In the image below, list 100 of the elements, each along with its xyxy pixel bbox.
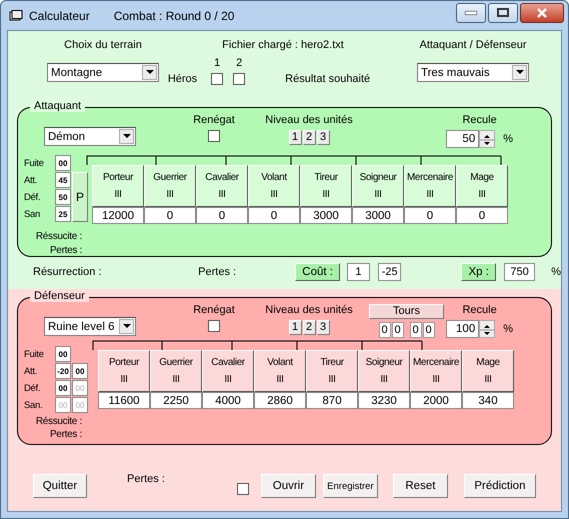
unit-header-button[interactable]: Mage III [456, 165, 508, 207]
unit-count-field[interactable]: 3230 [358, 392, 410, 409]
reset-button[interactable]: Reset [392, 474, 448, 498]
p-button[interactable]: P [72, 172, 88, 222]
app-icon [9, 10, 23, 22]
tower-field[interactable]: 0 [422, 322, 434, 338]
heroes-label: Héros [168, 73, 198, 85]
prediction-button[interactable]: Prédiction [464, 474, 536, 498]
unit-header-button[interactable]: Soigneur III [358, 350, 410, 392]
dropdown[interactable]: Ruine level 6 [44, 317, 136, 336]
save-button[interactable]: Enregistrer [322, 474, 378, 498]
checkbox[interactable] [208, 130, 220, 142]
stat-field[interactable]: 00 [72, 363, 88, 379]
unit-count-field[interactable]: 0 [144, 207, 196, 224]
unit-count-field[interactable]: 3000 [352, 207, 404, 224]
losses-label: Pertes : [50, 245, 82, 256]
xp-button[interactable]: Xp : [461, 263, 496, 281]
close-button[interactable] [520, 2, 564, 22]
unit-count-field[interactable]: 4000 [202, 392, 254, 409]
checkbox[interactable] [233, 73, 246, 85]
level-button[interactable]: 2 [302, 320, 316, 335]
unit-count-field[interactable]: 11600 [98, 392, 150, 409]
stat-field[interactable]: 00 [55, 346, 71, 362]
unit-count-field[interactable]: 0 [456, 207, 508, 224]
unit-header-button[interactable]: Porteur III [92, 165, 144, 207]
dropdown[interactable]: Montagne [47, 63, 159, 82]
unit-count-field[interactable]: 0 [196, 207, 248, 224]
tower-field[interactable]: 0 [378, 322, 390, 338]
role-label: Attaquant / Défenseur [419, 39, 526, 51]
unit-header-button[interactable]: Tireur III [300, 165, 352, 207]
unit-count-field[interactable]: 340 [462, 392, 514, 409]
unit-header-button[interactable]: Soigneur III [352, 165, 404, 207]
level-button[interactable]: 1 [288, 320, 302, 335]
quit-button[interactable]: Quitter [33, 474, 87, 498]
group-title: Attaquant [30, 100, 86, 112]
maximize-button[interactable] [488, 2, 518, 22]
minimize-button[interactable] [456, 2, 486, 22]
tower-field[interactable]: 0 [392, 322, 404, 338]
unit-count-field[interactable]: 0 [404, 207, 456, 224]
tower-field[interactable]: 0 [410, 322, 422, 338]
unit-count-field[interactable]: 2860 [254, 392, 306, 409]
checkbox[interactable] [208, 320, 220, 332]
cost-field[interactable]: 1 [346, 263, 370, 281]
unit-count-field[interactable]: 3000 [300, 207, 352, 224]
unit-header-button[interactable]: Cavalier III [202, 350, 254, 392]
stat-label: San. [24, 400, 44, 410]
unit-count-field[interactable]: 2000 [410, 392, 462, 409]
unit-header-button[interactable]: Guerrier III [144, 165, 196, 207]
hero-number: 2 [236, 57, 242, 69]
unit-count-field[interactable]: 2250 [150, 392, 202, 409]
unit-header-button[interactable]: Volant III [248, 165, 300, 207]
retreat-field[interactable]: 50 [446, 130, 480, 148]
percent-label: % [503, 323, 513, 335]
level-button[interactable]: 3 [316, 320, 330, 335]
percent-label: % [551, 266, 561, 278]
stat-label: Fuite [24, 158, 45, 168]
spinner-arrows-icon[interactable] [479, 130, 496, 148]
towers-button[interactable]: Tours [369, 304, 444, 319]
retreat-field[interactable]: 100 [446, 320, 480, 338]
cost-field[interactable]: -25 [378, 263, 402, 281]
stat-field[interactable]: 25 [55, 206, 71, 222]
unit-header-button[interactable]: Tireur III [306, 350, 358, 392]
cost-button[interactable]: Coût : [295, 263, 340, 281]
spinner-arrows-icon[interactable] [479, 320, 496, 338]
unit-count-field[interactable]: 12000 [92, 207, 144, 224]
losses-label: Pertes : [198, 266, 238, 278]
stat-label: Fuite [24, 348, 45, 360]
open-button[interactable]: Ouvrir [260, 474, 316, 498]
checkbox[interactable] [211, 73, 224, 85]
unit-header-button[interactable]: Mercenaire III [410, 350, 462, 392]
unit-count-field[interactable]: 870 [306, 392, 358, 409]
dropdown[interactable]: Tres mauvais [417, 63, 529, 82]
unit-header-button[interactable]: Porteur III [98, 350, 150, 392]
unit-header-button[interactable]: Guerrier III [150, 350, 202, 392]
stat-field[interactable]: 45 [55, 172, 71, 188]
revive-label: Réssucite : [36, 231, 82, 242]
stat-field[interactable]: 00 [55, 380, 71, 396]
unit-header-button[interactable]: Mage III [462, 350, 514, 392]
stat-field[interactable]: -20 [55, 363, 71, 379]
losses-label: Pertes : [127, 473, 165, 485]
unit-header-button[interactable]: Volant III [254, 350, 306, 392]
xp-field[interactable]: 750 [504, 263, 536, 281]
stat-field[interactable]: 00 [55, 155, 71, 171]
percent-label: % [503, 133, 513, 145]
unit-level-label: Niveau des unités [265, 114, 353, 126]
dropdown[interactable]: Démon [44, 127, 136, 146]
renegade-label: Renégat [193, 114, 235, 126]
level-button[interactable]: 1 [288, 130, 302, 145]
retreat-label: Recule [462, 114, 497, 126]
losses-label: Pertes : [50, 429, 82, 440]
stat-label: Déf. [24, 382, 42, 394]
stat-field[interactable]: 50 [55, 189, 71, 205]
unit-count-field[interactable]: 0 [248, 207, 300, 224]
checkbox[interactable] [236, 482, 249, 494]
stat-label: San [24, 208, 42, 220]
level-button[interactable]: 3 [316, 130, 330, 145]
unit-header-button[interactable]: Cavalier III [196, 165, 248, 207]
unit-header-button[interactable]: Mercenaire III [404, 165, 456, 207]
level-button[interactable]: 2 [302, 130, 316, 145]
result-label: Résultat souhaité [285, 73, 370, 85]
